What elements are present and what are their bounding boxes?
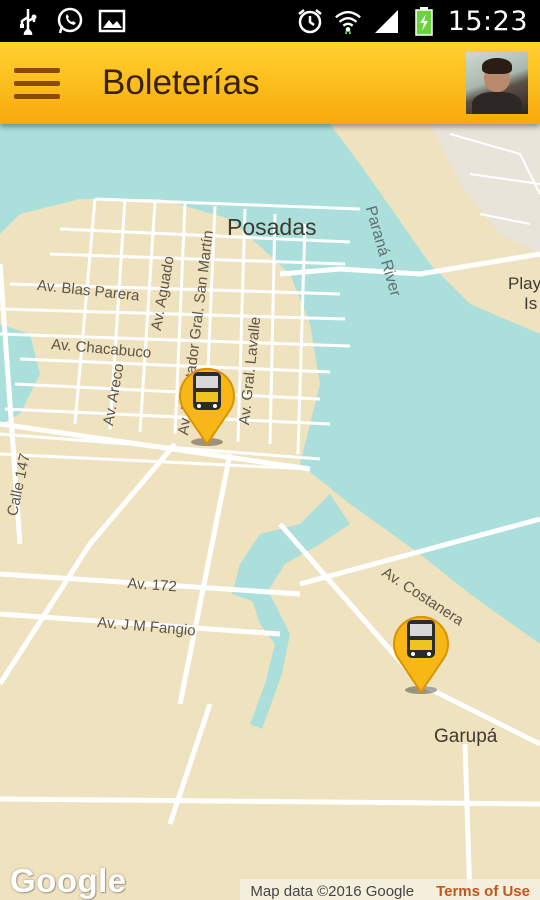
- avatar[interactable]: [466, 52, 528, 114]
- attribution-text: Map data ©2016 Google: [250, 882, 415, 900]
- map-label-av-172: Av. 172: [126, 575, 178, 596]
- google-logo: Google: [10, 862, 127, 899]
- signal-icon: [372, 7, 400, 35]
- map-attribution: Map data ©2016 Google Terms of Use: [240, 879, 540, 900]
- page-title: Boleterías: [102, 63, 260, 102]
- app-bar: Boleterías: [0, 42, 540, 124]
- terms-of-use-link[interactable]: Terms of Use: [436, 883, 530, 900]
- wifi-icon: [334, 7, 362, 35]
- map-label-isla: Is: [524, 294, 538, 313]
- image-icon: [98, 7, 126, 35]
- map-marker-posadas[interactable]: [176, 362, 238, 448]
- whatsapp-icon: [56, 7, 84, 35]
- usb-icon: [14, 7, 42, 35]
- hamburger-menu-icon[interactable]: [14, 48, 78, 118]
- map-view[interactable]: Posadas Paraná River Play Is Av. Blas Pa…: [0, 124, 540, 900]
- bus-icon: [179, 367, 235, 446]
- alarm-icon: [296, 7, 324, 35]
- map-label-garupa: Garupá: [434, 726, 498, 747]
- battery-icon: [410, 7, 438, 36]
- bus-icon: [393, 615, 449, 694]
- status-bar: 15:23: [0, 0, 540, 42]
- map-label-playa: Play: [508, 274, 540, 293]
- map-marker-garupa[interactable]: [390, 610, 452, 696]
- map-label-posadas: Posadas: [227, 214, 317, 240]
- clock: 15:23: [447, 5, 528, 37]
